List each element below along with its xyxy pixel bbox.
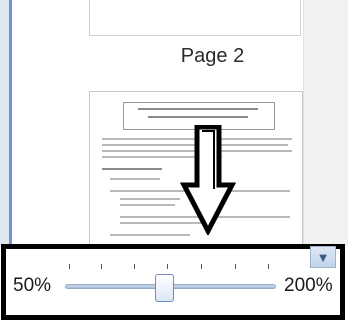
page-label: Page 2 bbox=[180, 45, 245, 67]
zoom-max-label: 200% bbox=[284, 275, 333, 296]
document-text-line bbox=[110, 234, 190, 236]
document-text-line bbox=[102, 168, 162, 170]
document-text-line bbox=[120, 204, 175, 206]
chevron-down-icon: ▼ bbox=[316, 249, 330, 265]
zoom-tick bbox=[167, 264, 168, 269]
page-1-thumbnail[interactable] bbox=[89, 0, 301, 36]
zoom-tick bbox=[101, 264, 102, 269]
zoom-slider-thumb[interactable] bbox=[154, 274, 174, 302]
document-text-line bbox=[110, 178, 160, 180]
scroll-down-button[interactable]: ▼ bbox=[310, 246, 336, 268]
vertical-scrollbar[interactable] bbox=[303, 0, 348, 246]
zoom-min-label: 50% bbox=[13, 275, 52, 296]
zoom-tick bbox=[201, 264, 202, 269]
scrollbar-track bbox=[303, 0, 304, 246]
zoom-tick bbox=[235, 264, 236, 269]
zoom-tick bbox=[268, 264, 269, 269]
zoom-tick bbox=[134, 264, 135, 269]
down-arrow-icon bbox=[180, 125, 236, 235]
document-heading-line bbox=[138, 108, 258, 110]
document-text-line bbox=[120, 198, 180, 200]
document-heading-line bbox=[148, 116, 248, 118]
zoom-tick bbox=[69, 264, 70, 269]
